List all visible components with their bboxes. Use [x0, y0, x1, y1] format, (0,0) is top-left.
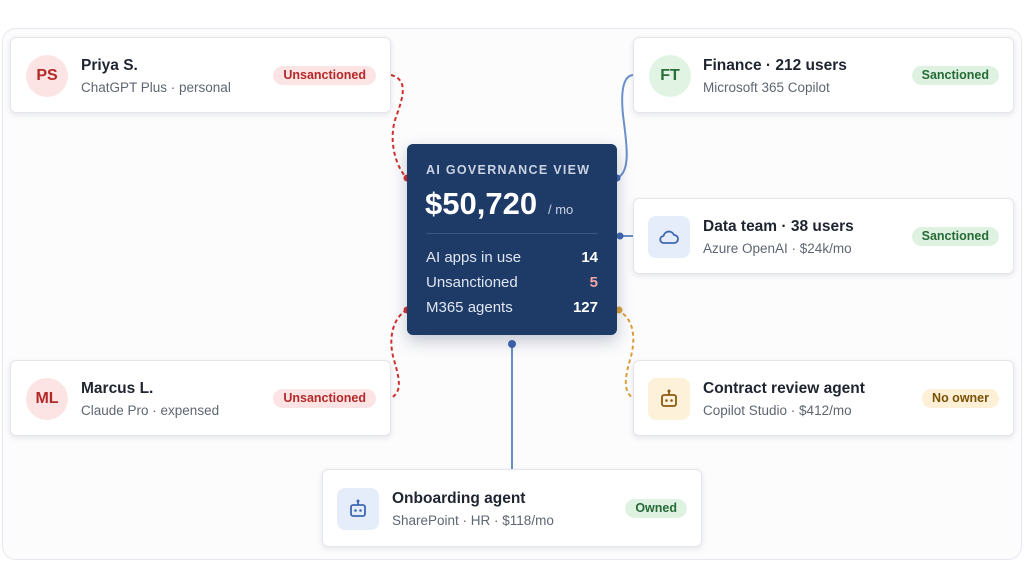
- status-badge-contract-review: No owner: [922, 389, 999, 408]
- card-subtitle-onboarding: SharePoint · HR · $118/mo: [392, 513, 554, 528]
- card-onboarding[interactable]: Onboarding agent SharePoint · HR · $118/…: [322, 469, 702, 547]
- status-badge-finance: Sanctioned: [911, 66, 999, 85]
- card-title-marcus: Marcus L.: [81, 380, 154, 397]
- stat-row-apps: AI apps in use 14: [426, 249, 598, 269]
- card-subtitle-priya: ChatGPT Plus · personal: [81, 80, 231, 95]
- status-badge-data-team: Sanctioned: [911, 227, 999, 246]
- status-badge-onboarding: Owned: [625, 499, 687, 518]
- status-badge-priya: Unsanctioned: [273, 66, 376, 85]
- stat-row-unsanctioned: Unsanctioned 5: [426, 274, 598, 294]
- stat-value: 5: [589, 274, 598, 291]
- avatar-marcus: ML: [26, 378, 68, 420]
- card-title-finance: Finance · 212 users: [703, 57, 847, 74]
- card-contract-review[interactable]: Contract review agent Copilot Studio · $…: [633, 360, 1014, 436]
- card-data-team[interactable]: Data team · 38 users Azure OpenAI · $24k…: [633, 198, 1014, 274]
- stat-label: M365 agents: [426, 299, 513, 316]
- card-subtitle-marcus: Claude Pro · expensed: [81, 403, 220, 418]
- card-subtitle-finance: Microsoft 365 Copilot: [703, 80, 830, 95]
- card-subtitle-data-team: Azure OpenAI · $24k/mo: [703, 241, 852, 256]
- robot-icon: [648, 378, 690, 420]
- stat-value: 14: [581, 249, 598, 266]
- card-priya[interactable]: PS Priya S. ChatGPT Plus · personal Unsa…: [10, 37, 391, 113]
- governance-summary-card[interactable]: AI GOVERNANCE VIEW $50,720 / mo AI apps …: [407, 144, 617, 335]
- stat-label: Unsanctioned: [426, 274, 518, 291]
- monthly-spend-period: / mo: [548, 202, 574, 217]
- card-subtitle-contract-review: Copilot Studio · $412/mo: [703, 403, 852, 418]
- cloud-icon: [648, 216, 690, 258]
- avatar-finance: FT: [649, 55, 691, 97]
- avatar-priya: PS: [26, 55, 68, 97]
- card-title-data-team: Data team · 38 users: [703, 218, 854, 235]
- card-title-priya: Priya S.: [81, 57, 138, 74]
- status-badge-marcus: Unsanctioned: [273, 389, 376, 408]
- card-title-onboarding: Onboarding agent: [392, 490, 526, 507]
- robot-icon: [337, 488, 379, 530]
- stat-label: AI apps in use: [426, 249, 522, 266]
- stat-row-agents: M365 agents 127: [426, 299, 598, 319]
- hub-label: AI GOVERNANCE VIEW: [426, 163, 591, 177]
- card-finance[interactable]: FT Finance · 212 users Microsoft 365 Cop…: [633, 37, 1014, 113]
- hub-divider: [426, 233, 598, 234]
- card-marcus[interactable]: ML Marcus L. Claude Pro · expensed Unsan…: [10, 360, 391, 436]
- monthly-spend-amount: $50,720: [425, 186, 538, 221]
- stat-value: 127: [572, 299, 598, 316]
- card-title-contract-review: Contract review agent: [703, 380, 865, 397]
